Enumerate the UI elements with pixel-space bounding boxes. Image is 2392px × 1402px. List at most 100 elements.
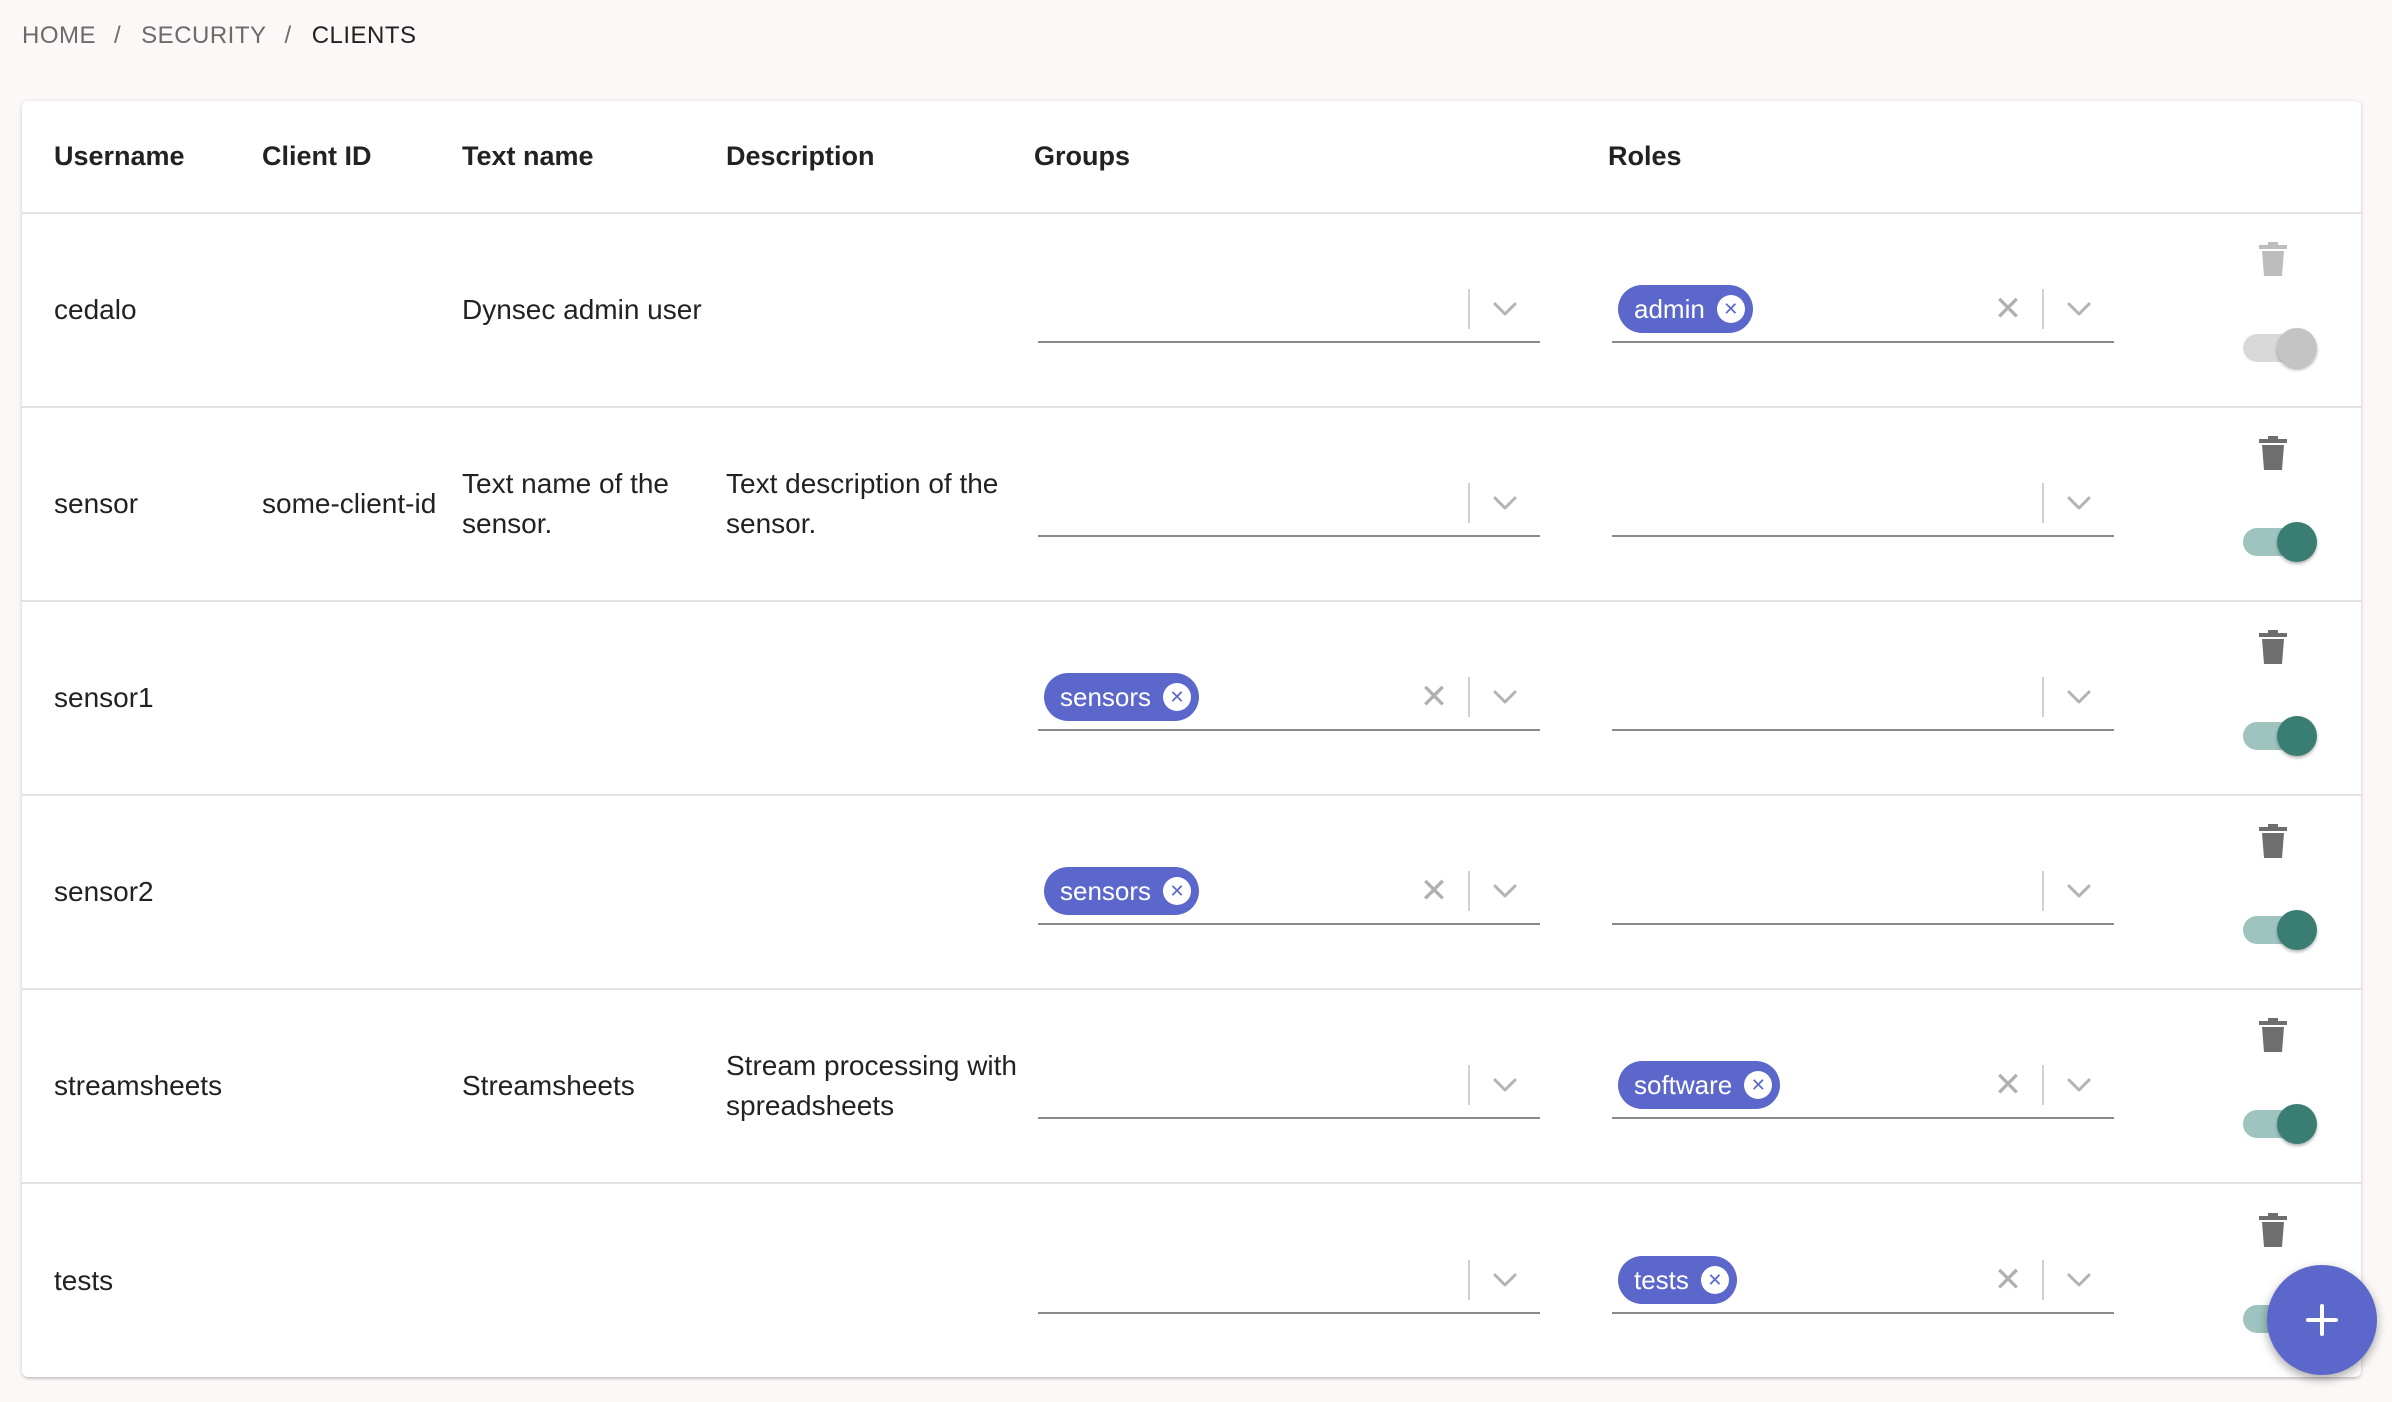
groups-chips: sensors ✕ [1038,867,1414,915]
header-actions [2185,101,2361,214]
cancel-circle-icon[interactable]: ✕ [1716,295,1745,323]
dropdown-toggle[interactable] [2044,483,2114,523]
delete-client-button[interactable] [2259,242,2287,276]
chevron-down-icon [2067,302,2091,316]
roles-select[interactable] [1612,859,2114,925]
chevron-down-icon [2067,496,2091,510]
table-row[interactable]: sensor2 sensors ✕ ✕ [22,795,2361,990]
roles-select[interactable]: tests ✕ ✕ [1612,1248,2114,1314]
dropdown-toggle[interactable] [1470,1065,1540,1105]
toggle-thumb [2277,328,2317,368]
groups-select[interactable]: sensors ✕ ✕ [1038,859,1540,925]
close-icon[interactable]: ✕ [1988,1260,2028,1300]
table-row[interactable]: streamsheets Streamsheets Stream processin… [22,989,2361,1184]
cell-roles: tests ✕ ✕ [1608,1183,2185,1377]
header-roles: Roles [1608,101,2185,214]
dropdown-toggle[interactable] [1470,871,1540,911]
roles-chip[interactable]: admin ✕ [1618,285,1753,333]
roles-select[interactable]: software ✕ ✕ [1612,1053,2114,1119]
cell-roles: software ✕ ✕ [1608,989,2185,1184]
cancel-circle-icon[interactable]: ✕ [1163,683,1192,711]
breadcrumb-security[interactable]: SECURITY [141,22,266,50]
cell-groups [1034,989,1608,1184]
dropdown-toggle[interactable] [1470,1260,1540,1300]
chip-label: sensors [1060,876,1152,906]
dropdown-toggle[interactable] [1470,677,1540,717]
cell-description: Stream processing with spreadsheets [726,989,1034,1184]
enable-client-toggle[interactable] [2243,708,2317,764]
dropdown-toggle[interactable] [1470,289,1540,329]
header-username: Username [22,101,262,214]
cell-groups [1034,1183,1608,1377]
breadcrumb: HOME / SECURITY / CLIENTS [22,22,417,50]
roles-chip[interactable]: tests ✕ [1618,1255,1737,1304]
cell-description [726,601,1034,796]
chevron-down-icon [1493,1273,1517,1286]
groups-select[interactable] [1038,1248,1540,1314]
groups-chip[interactable]: sensors ✕ [1044,673,1200,721]
dropdown-toggle[interactable] [2044,871,2114,911]
dropdown-toggle[interactable] [2044,677,2114,717]
cell-actions [2185,989,2361,1184]
cell-text-name: Text name of the sensor. [462,407,726,602]
enable-client-toggle[interactable] [2243,1096,2317,1152]
chevron-down-icon [2067,884,2091,898]
chip-label: tests [1634,1264,1689,1295]
cell-username: streamsheets [22,989,262,1184]
table-row[interactable]: cedalo Dynsec admin user admin ✕ ✕ [22,213,2361,408]
groups-select[interactable] [1038,1053,1540,1119]
dropdown-toggle[interactable] [2044,289,2114,329]
cell-roles: admin ✕ ✕ [1608,213,2185,408]
close-icon[interactable]: ✕ [1988,289,2028,329]
add-client-button[interactable] [2267,1265,2377,1375]
table-row[interactable]: sensor some-client-id Text name of the sen… [22,407,2361,602]
trash-icon [2259,1212,2287,1247]
table-row[interactable]: tests tests ✕ ✕ [22,1183,2361,1377]
chevron-down-icon [2067,690,2091,704]
enable-client-toggle[interactable] [2243,902,2317,958]
trash-icon [2259,824,2287,858]
groups-select[interactable] [1038,471,1540,537]
cell-client-id [262,795,462,990]
cell-username: sensor2 [22,795,262,990]
chevron-down-icon [1493,302,1517,316]
enable-client-toggle[interactable] [2243,514,2317,570]
enable-client-toggle[interactable] [2243,320,2317,376]
delete-client-button[interactable] [2259,824,2287,858]
dropdown-toggle[interactable] [1470,483,1540,523]
cell-client-id [262,601,462,796]
cell-roles [1608,601,2185,796]
delete-client-button[interactable] [2259,1212,2287,1247]
cell-description [726,213,1034,408]
clients-table: Username Client ID Text name Description… [22,101,2361,1377]
plus-icon [2306,1304,2338,1336]
breadcrumb-home[interactable]: HOME [22,22,96,50]
cell-description [726,795,1034,990]
clients-table-card: Username Client ID Text name Description… [22,101,2361,1377]
table-row[interactable]: sensor1 sensors ✕ ✕ [22,601,2361,796]
roles-select[interactable] [1612,471,2114,537]
close-icon[interactable]: ✕ [1414,677,1454,717]
groups-select[interactable]: sensors ✕ ✕ [1038,665,1540,731]
cell-groups [1034,407,1608,602]
groups-chip[interactable]: sensors ✕ [1044,867,1200,915]
roles-select[interactable]: admin ✕ ✕ [1612,277,2114,343]
cancel-circle-icon[interactable]: ✕ [1163,877,1192,905]
roles-select[interactable] [1612,665,2114,731]
cell-text-name: Dynsec admin user [462,213,726,408]
roles-chip[interactable]: software ✕ [1618,1061,1781,1109]
close-icon[interactable]: ✕ [1988,1065,2028,1105]
cell-groups: sensors ✕ ✕ [1034,795,1608,990]
close-icon[interactable]: ✕ [1414,871,1454,911]
cell-actions [2185,795,2361,990]
cell-username: tests [54,1264,114,1296]
dropdown-toggle[interactable] [2044,1260,2114,1300]
delete-client-button[interactable] [2259,1018,2287,1052]
cancel-circle-icon[interactable]: ✕ [1744,1071,1773,1099]
groups-select[interactable] [1038,277,1540,343]
cancel-circle-icon[interactable]: ✕ [1700,1265,1729,1294]
trash-icon [2259,242,2287,276]
dropdown-toggle[interactable] [2044,1065,2114,1105]
delete-client-button[interactable] [2259,436,2287,470]
delete-client-button[interactable] [2259,630,2287,664]
